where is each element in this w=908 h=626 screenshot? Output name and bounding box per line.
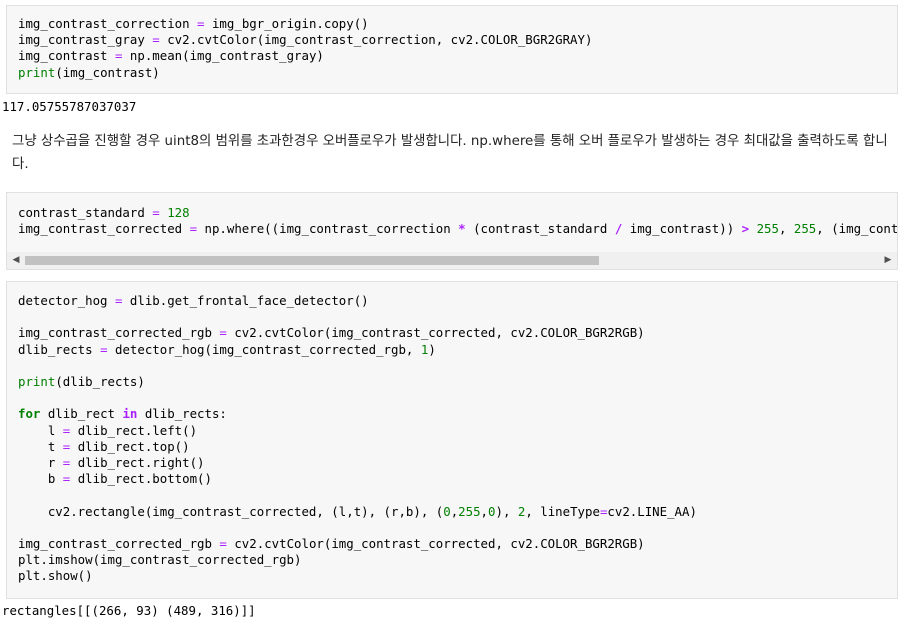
code-cell-2-source[interactable]: contrast_standard = 128 img_contrast_cor…: [7, 193, 897, 237]
scroll-right-arrow-icon[interactable]: ▶: [881, 255, 895, 266]
code-line[interactable]: print(dlib_rects): [18, 374, 145, 389]
scroll-left-arrow-icon[interactable]: ◀: [9, 255, 23, 266]
code-line[interactable]: t = dlib_rect.top(): [18, 439, 190, 454]
code-line[interactable]: plt.imshow(img_contrast_corrected_rgb): [18, 552, 301, 567]
code-line[interactable]: img_contrast_corrected_rgb = cv2.cvtColo…: [18, 536, 645, 551]
code-line[interactable]: l = dlib_rect.left(): [18, 423, 197, 438]
code-cell-3-source[interactable]: detector_hog = dlib.get_frontal_face_det…: [7, 282, 897, 585]
code-line[interactable]: plt.show(): [18, 568, 93, 583]
code-line[interactable]: detector_hog = dlib.get_frontal_face_det…: [18, 293, 369, 308]
code-cell-1-source[interactable]: img_contrast_correction = img_bgr_origin…: [7, 6, 897, 81]
code-cell-3[interactable]: detector_hog = dlib.get_frontal_face_det…: [6, 281, 898, 599]
code-line[interactable]: img_contrast_gray = cv2.cvtColor(img_con…: [18, 32, 592, 47]
code-line[interactable]: dlib_rects = detector_hog(img_contrast_c…: [18, 342, 436, 357]
code-cell-1[interactable]: img_contrast_correction = img_bgr_origin…: [6, 5, 898, 94]
code-line[interactable]: for dlib_rect in dlib_rects:: [18, 406, 227, 421]
code-cell-3-output: rectangles[[(266, 93) (489, 316)]]: [2, 603, 256, 618]
code-cell-2[interactable]: contrast_standard = 128 img_contrast_cor…: [6, 192, 898, 270]
code-line[interactable]: img_contrast_correction = img_bgr_origin…: [18, 16, 369, 31]
code-line[interactable]: r = dlib_rect.right(): [18, 455, 205, 470]
code-line[interactable]: img_contrast_corrected = np.where((img_c…: [18, 221, 897, 236]
code-line[interactable]: b = dlib_rect.bottom(): [18, 471, 212, 486]
code-line[interactable]: print(img_contrast): [18, 65, 160, 80]
scrollbar-thumb[interactable]: [25, 256, 599, 265]
markdown-cell: 그냥 상수곱을 진행할 경우 uint8의 범위를 초과한경우 오버플로우가 발…: [12, 134, 888, 172]
scrollbar-track[interactable]: [25, 256, 879, 265]
code-line[interactable]: img_contrast = np.mean(img_contrast_gray…: [18, 48, 324, 63]
code-cell-1-output: 117.05755787037037: [2, 99, 137, 114]
horizontal-scrollbar[interactable]: ◀ ▶: [7, 252, 897, 269]
code-line[interactable]: img_contrast_corrected_rgb = cv2.cvtColo…: [18, 325, 645, 340]
code-line[interactable]: cv2.rectangle(img_contrast_corrected, (l…: [18, 504, 697, 519]
code-line[interactable]: contrast_standard = 128: [18, 205, 190, 220]
